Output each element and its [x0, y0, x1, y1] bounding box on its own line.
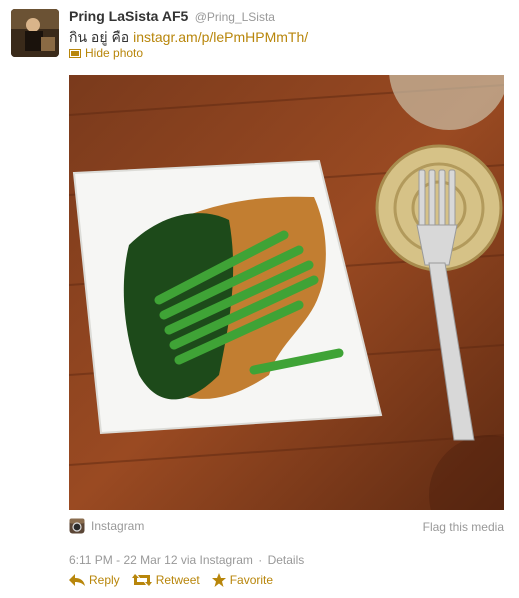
tweet-link[interactable]: instagr.am/p/lePmHPMmTh/: [133, 29, 308, 45]
retweet-label: Retweet: [155, 573, 200, 587]
photo-icon: [69, 49, 81, 58]
tweet-actions: Reply Retweet Favorite: [69, 573, 273, 587]
retweet-button[interactable]: Retweet: [131, 573, 200, 587]
favorite-label: Favorite: [229, 573, 274, 587]
hide-photo-button[interactable]: Hide photo: [69, 46, 143, 60]
details-link[interactable]: Details: [268, 553, 305, 567]
user-handle[interactable]: @Pring_LSista: [195, 10, 275, 24]
retweet-icon: [131, 574, 152, 586]
reply-icon: [69, 574, 85, 586]
flag-media-link[interactable]: Flag this media: [423, 520, 504, 534]
media-source: Instagram: [69, 518, 144, 534]
tweet-photo[interactable]: [69, 75, 504, 510]
media-source-label[interactable]: Instagram: [91, 519, 144, 533]
tweet-header: Pring LaSista AF5 @Pring_LSista: [69, 8, 275, 26]
user-name[interactable]: Pring LaSista AF5: [69, 8, 188, 24]
hide-photo-label: Hide photo: [85, 46, 144, 60]
tweet-text-body: กิน อยู่ คือ: [69, 29, 134, 45]
via-label: via: [180, 553, 197, 567]
user-avatar[interactable]: [11, 9, 59, 57]
reply-button[interactable]: Reply: [69, 573, 120, 587]
tweet-timestamp[interactable]: 6:11 PM - 22 Mar 12: [69, 553, 178, 567]
tweet-meta: 6:11 PM - 22 Mar 12 via Instagram · Deta…: [69, 553, 304, 567]
via-app-link[interactable]: Instagram: [200, 553, 253, 567]
meta-separator: ·: [258, 553, 263, 567]
star-icon: [211, 573, 226, 587]
favorite-button[interactable]: Favorite: [211, 573, 274, 587]
reply-label: Reply: [89, 573, 120, 587]
instagram-icon: [69, 518, 85, 534]
